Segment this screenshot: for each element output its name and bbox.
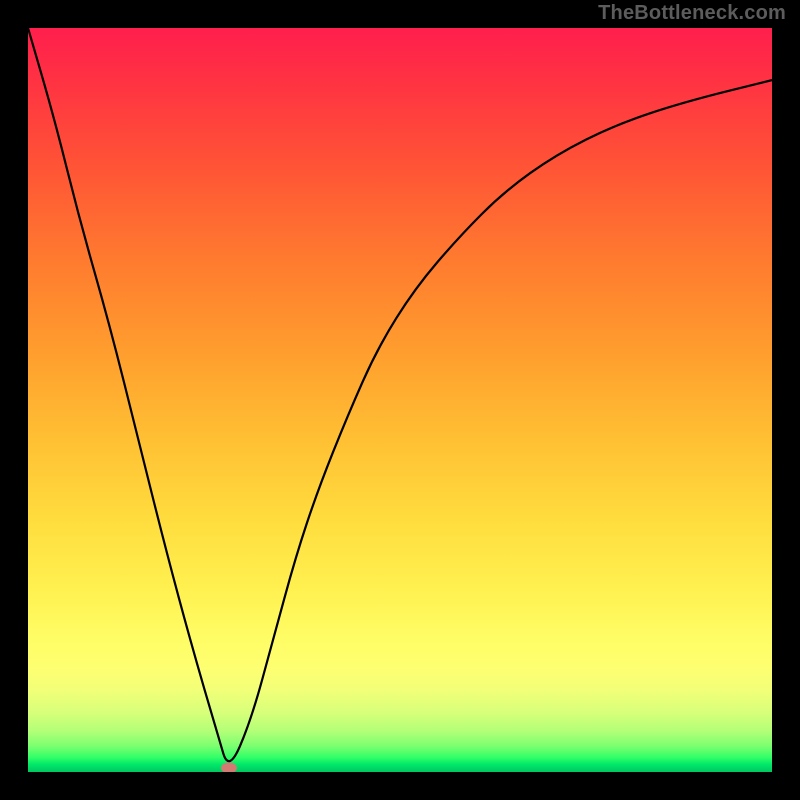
plot-area xyxy=(28,28,772,772)
attribution-text: TheBottleneck.com xyxy=(598,2,786,25)
bottleneck-curve-path xyxy=(28,28,772,761)
chart-frame: TheBottleneck.com xyxy=(0,0,800,800)
trough-marker xyxy=(221,763,237,773)
curve-layer xyxy=(28,28,772,772)
